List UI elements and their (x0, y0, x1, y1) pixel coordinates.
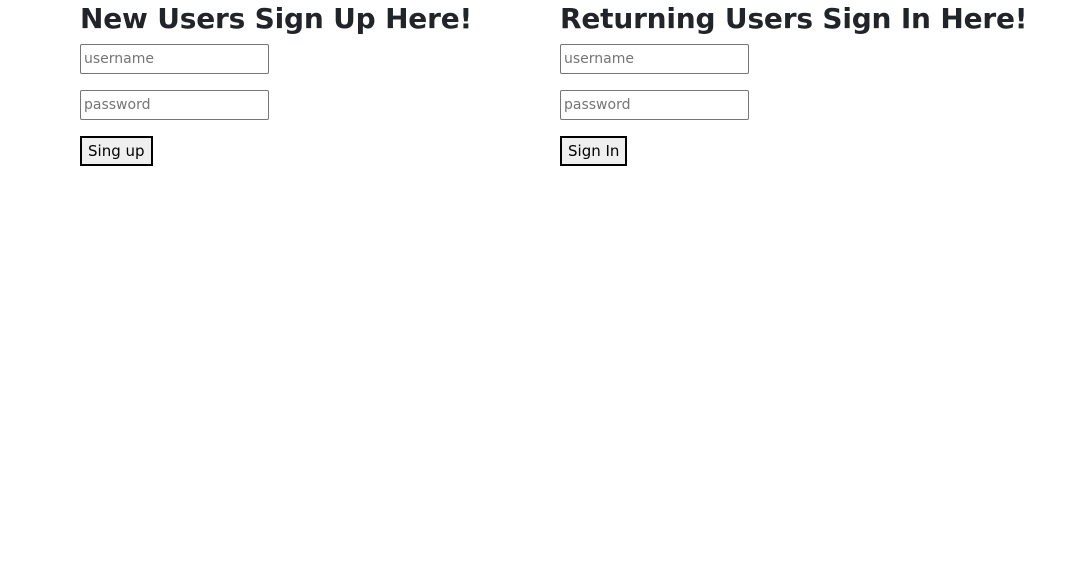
signup-panel: New Users Sign Up Here! Sing up (80, 0, 472, 166)
signup-title: New Users Sign Up Here! (80, 2, 473, 35)
signin-panel: Returning Users Sign In Here! Sign In (560, 0, 1028, 166)
signin-username-input[interactable] (560, 44, 749, 74)
signup-password-input[interactable] (80, 90, 269, 120)
signin-title: Returning Users Sign In Here! (560, 2, 1028, 35)
signin-password-input[interactable] (560, 90, 749, 120)
signup-button[interactable]: Sing up (80, 136, 153, 166)
signup-username-input[interactable] (80, 44, 269, 74)
signin-button[interactable]: Sign In (560, 136, 628, 166)
